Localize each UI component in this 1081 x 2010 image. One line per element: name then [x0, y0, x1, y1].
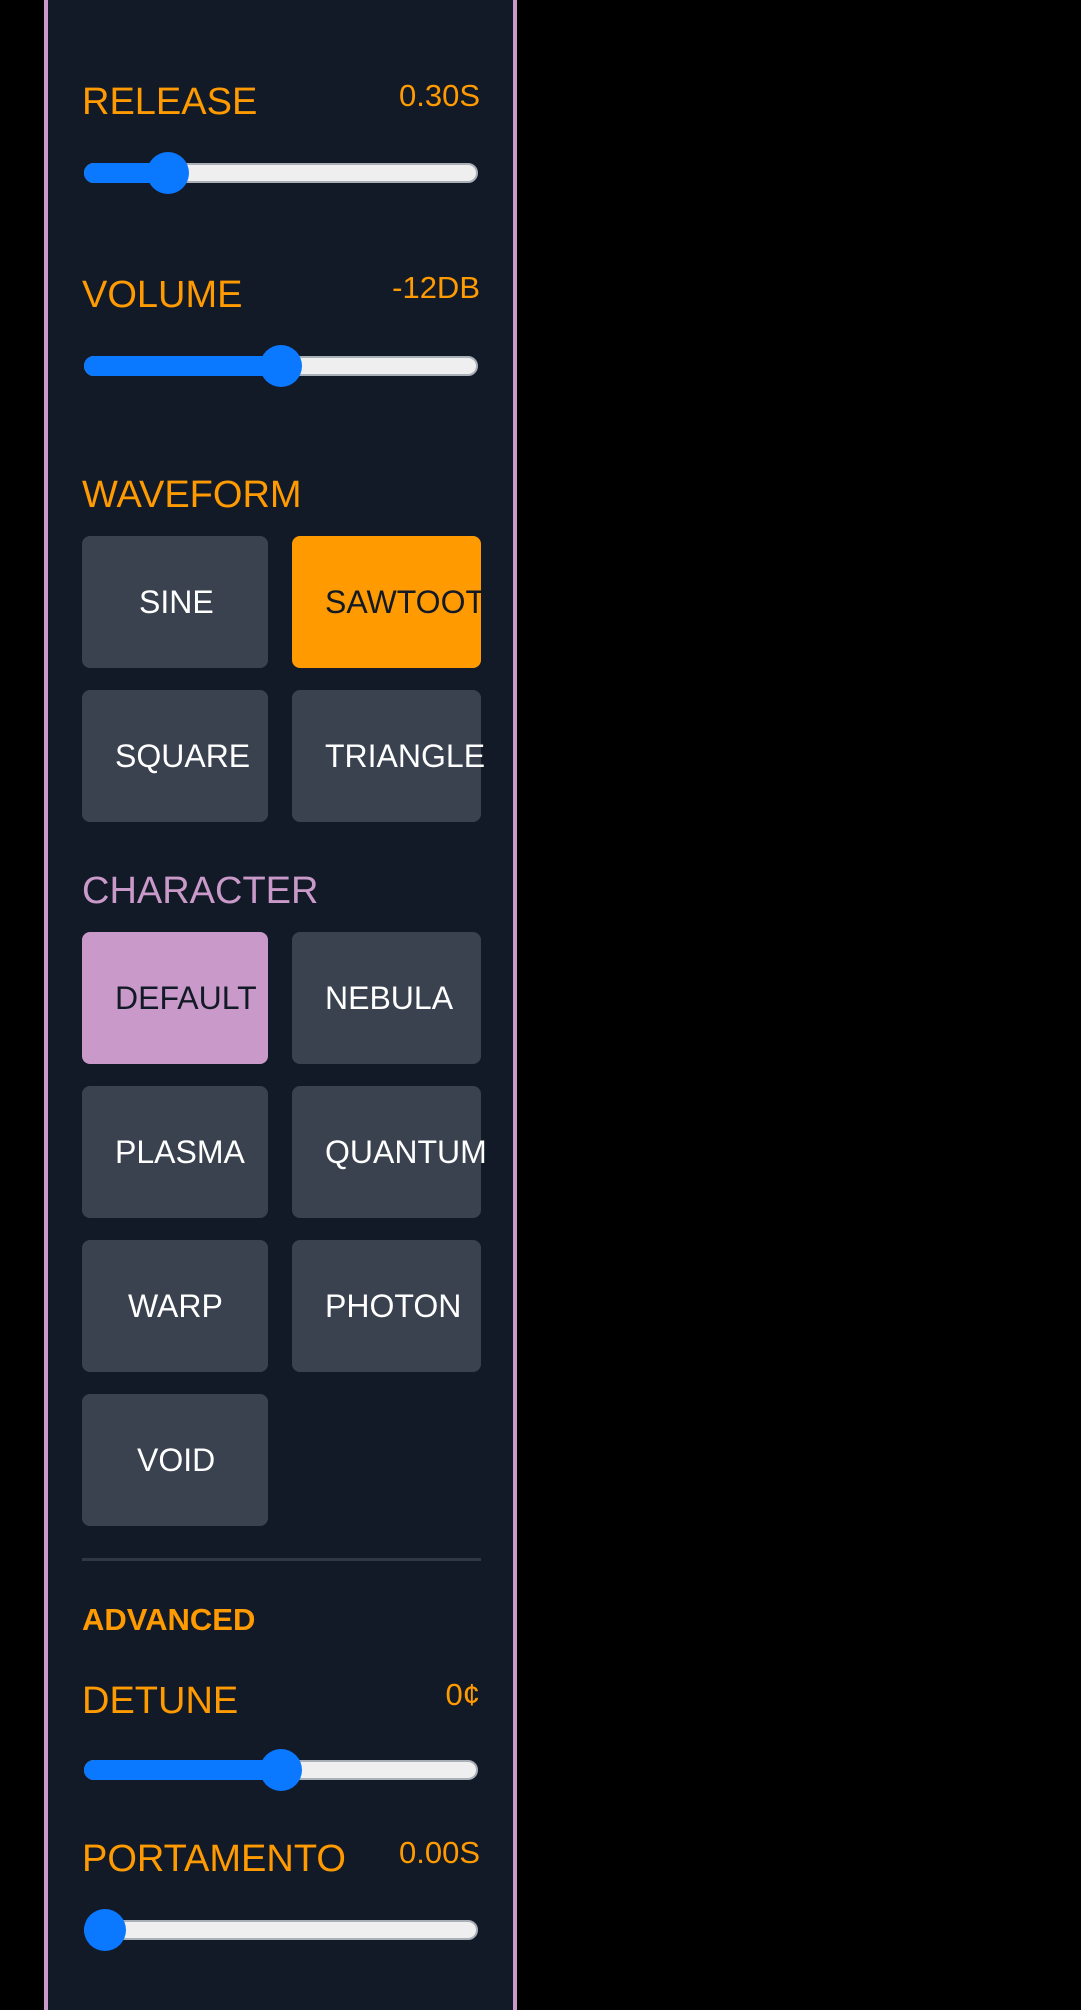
slider-track: [84, 1920, 478, 1940]
button-label: WARP: [128, 1288, 223, 1324]
slider-fill: [84, 1760, 281, 1780]
character-void-button[interactable]: VOID: [82, 1394, 268, 1526]
character-plasma-button[interactable]: PLASMA: [82, 1086, 268, 1218]
character-quantum-button[interactable]: QUANTUM: [292, 1086, 487, 1218]
volume-label: VOLUME: [82, 274, 243, 316]
section-divider: [82, 1558, 481, 1561]
release-slider[interactable]: [84, 152, 478, 194]
detune-label: DETUNE: [82, 1680, 239, 1722]
button-label: SQUARE: [115, 738, 251, 774]
character-nebula-button[interactable]: NEBULA: [292, 932, 481, 1064]
button-label: SAWTOOTH: [325, 584, 509, 620]
slider-thumb[interactable]: [260, 1749, 302, 1791]
button-label: SINE: [139, 584, 214, 620]
button-label: DEFAULT: [115, 980, 257, 1016]
advanced-title: ADVANCED: [82, 1602, 256, 1637]
release-value: 0.30S: [398, 78, 480, 113]
waveform-square-button[interactable]: SQUARE: [82, 690, 268, 822]
waveform-title: WAVEFORM: [82, 474, 302, 516]
detune-value: 0¢: [445, 1677, 480, 1712]
slider-thumb[interactable]: [84, 1909, 126, 1951]
button-label: NEBULA: [325, 980, 454, 1016]
detune-slider[interactable]: [84, 1749, 478, 1791]
character-title: CHARACTER: [82, 870, 319, 912]
slider-thumb[interactable]: [260, 345, 302, 387]
character-photon-button[interactable]: PHOTON: [292, 1240, 481, 1372]
waveform-sine-button[interactable]: SINE: [82, 536, 268, 668]
volume-value: -12DB: [392, 270, 480, 305]
portamento-slider[interactable]: [84, 1909, 478, 1951]
character-default-button[interactable]: DEFAULT: [82, 932, 268, 1064]
waveform-sawtooth-button[interactable]: SAWTOOTH: [292, 536, 508, 668]
volume-slider[interactable]: [84, 345, 478, 387]
button-label: VOID: [137, 1442, 216, 1478]
release-label: RELEASE: [82, 81, 258, 123]
button-label: PLASMA: [115, 1134, 245, 1170]
waveform-triangle-button[interactable]: TRIANGLE: [292, 690, 485, 822]
button-label: QUANTUM: [325, 1134, 487, 1170]
portamento-label: PORTAMENTO: [82, 1838, 346, 1880]
button-label: TRIANGLE: [325, 738, 486, 774]
slider-fill: [84, 356, 281, 376]
button-label: PHOTON: [325, 1288, 462, 1324]
portamento-value: 0.00S: [398, 1835, 480, 1870]
character-warp-button[interactable]: WARP: [82, 1240, 268, 1372]
